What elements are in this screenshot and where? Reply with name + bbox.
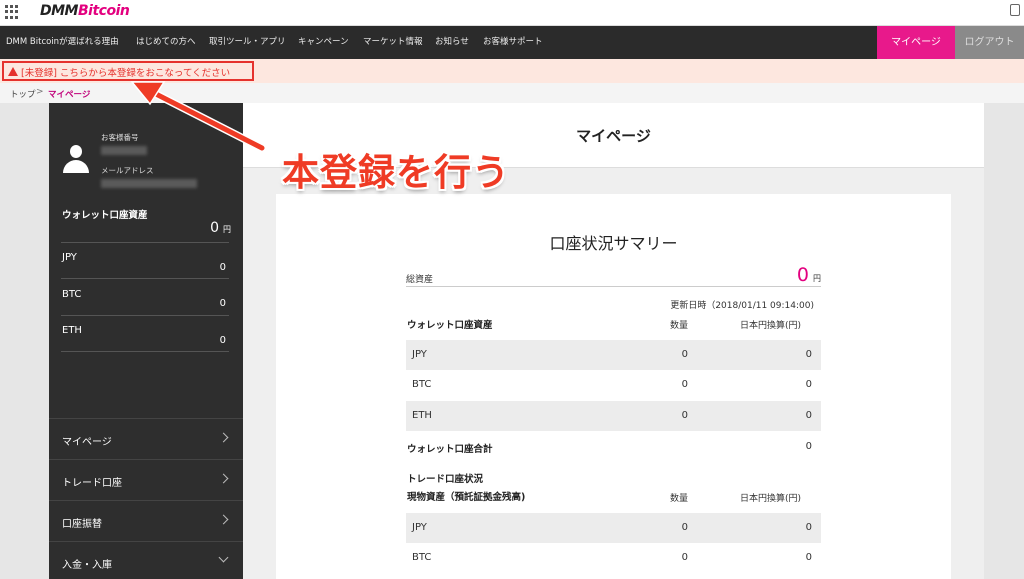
summary-title: 口座状況サマリー xyxy=(549,234,678,253)
sidebar-item-label: トレード口座 xyxy=(62,478,122,489)
coin-value-jpy: 0 xyxy=(219,262,226,273)
annotation-text: 本登録を行う xyxy=(282,151,510,194)
coin-value-eth: 0 xyxy=(219,335,226,346)
breadcrumb-current: マイページ xyxy=(48,90,91,100)
nav-item-news[interactable]: お知らせ xyxy=(435,26,469,59)
wallet-section-title: ウォレット口座資産 xyxy=(407,320,493,331)
registration-alert-bar: [未登録] こちらから本登録をおこなってください xyxy=(0,59,1024,83)
sidebar-item-label: マイページ xyxy=(62,437,112,448)
coin-name-eth: ETH xyxy=(62,325,82,336)
sidebar-item-label: 口座振替 xyxy=(62,519,102,530)
column-header-jpy: 日本円換算(円) xyxy=(740,321,802,331)
breadcrumb-top[interactable]: トップ xyxy=(10,88,36,100)
sidebar-item-trade-account[interactable]: トレード口座 xyxy=(49,459,243,500)
right-gutter xyxy=(984,103,1024,579)
coin-name-btc: BTC xyxy=(62,289,82,300)
nav-item-tools[interactable]: 取引ツール・アプリ xyxy=(209,26,286,59)
wallet-assets-amount: 0円 xyxy=(210,220,231,236)
external-window-icon[interactable] xyxy=(1010,4,1020,16)
table-row: BTC 0 0 xyxy=(412,379,812,390)
customer-number-redacted xyxy=(101,146,147,155)
user-avatar-icon xyxy=(63,145,89,173)
chevron-right-icon xyxy=(218,473,229,484)
nav-item-market[interactable]: マーケット情報 xyxy=(363,26,423,59)
updated-timestamp: 更新日時（2018/01/11 09:14:00) xyxy=(670,301,814,311)
sidebar-item-transfer[interactable]: 口座振替 xyxy=(49,500,243,541)
table-row: JPY 0 0 xyxy=(406,513,821,543)
chevron-right-icon xyxy=(218,514,229,525)
total-assets-label: 総資産 xyxy=(406,275,434,285)
nav-item-beginners[interactable]: はじめての方へ xyxy=(136,26,196,59)
breadcrumb-separator: > xyxy=(36,87,44,97)
nav-item-support[interactable]: お客様サポート xyxy=(483,26,543,59)
coin-value-btc: 0 xyxy=(219,298,226,309)
wallet-total-value: 0 xyxy=(805,441,812,452)
nav-mypage-button[interactable]: マイページ xyxy=(877,26,955,59)
site-logo[interactable]: DMMBitcoin xyxy=(40,3,130,19)
nav-item-why-dmm[interactable]: DMM Bitcoinが選ばれる理由 xyxy=(6,26,119,59)
account-summary-card: 口座状況サマリー 総資産 0円 更新日時（2018/01/11 09:14:00… xyxy=(276,194,951,579)
warning-icon xyxy=(8,67,18,76)
wallet-assets-title: ウォレット口座資産 xyxy=(62,210,148,221)
chevron-down-icon xyxy=(218,552,229,563)
nav-item-campaign[interactable]: キャンペーン xyxy=(298,26,349,59)
alert-text: [未登録] こちらから本登録をおこなってください xyxy=(21,68,231,79)
spot-section-title: 現物資産（預託証拠金残高) xyxy=(407,492,526,503)
column-header-qty: 数量 xyxy=(670,494,689,504)
email-redacted xyxy=(101,179,197,188)
column-header-qty: 数量 xyxy=(670,321,689,331)
registration-alert-link[interactable]: [未登録] こちらから本登録をおこなってください xyxy=(2,61,254,81)
total-assets-value: 0円 xyxy=(796,264,821,286)
chevron-right-icon xyxy=(218,432,229,443)
divider xyxy=(61,351,229,352)
sidebar-item-deposit[interactable]: 入金・入庫 xyxy=(49,541,243,579)
divider xyxy=(61,278,229,279)
sidebar: お客様番号 メールアドレス ウォレット口座資産 0円 JPY 0 BTC 0 E… xyxy=(49,103,243,579)
sidebar-item-label: 入金・入庫 xyxy=(62,560,112,571)
table-row: ETH 0 0 xyxy=(406,401,821,431)
table-row: JPY 0 0 xyxy=(406,340,821,370)
table-row: BTC 0 0 xyxy=(412,552,812,563)
column-header-jpy: 日本円換算(円) xyxy=(740,494,802,504)
sidebar-item-mypage[interactable]: マイページ xyxy=(49,418,243,459)
global-nav: DMM Bitcoinが選ばれる理由 はじめての方へ 取引ツール・アプリ キャン… xyxy=(0,26,1024,59)
divider xyxy=(406,286,821,287)
divider xyxy=(61,242,229,243)
email-label: メールアドレス xyxy=(101,166,154,175)
trade-section-title: トレード口座状況 xyxy=(407,474,484,485)
customer-number-label: お客様番号 xyxy=(101,133,139,142)
divider xyxy=(61,315,229,316)
apps-grid-icon[interactable] xyxy=(5,5,19,19)
logo-prefix: DMM xyxy=(40,3,78,19)
logo-suffix: Bitcoin xyxy=(77,3,130,19)
wallet-total-label: ウォレット口座合計 xyxy=(407,444,493,455)
top-bar: DMMBitcoin xyxy=(0,0,1024,26)
breadcrumb: トップ > マイページ xyxy=(0,83,1024,103)
nav-logout-button[interactable]: ログアウト xyxy=(955,26,1024,59)
coin-name-jpy: JPY xyxy=(62,252,77,263)
